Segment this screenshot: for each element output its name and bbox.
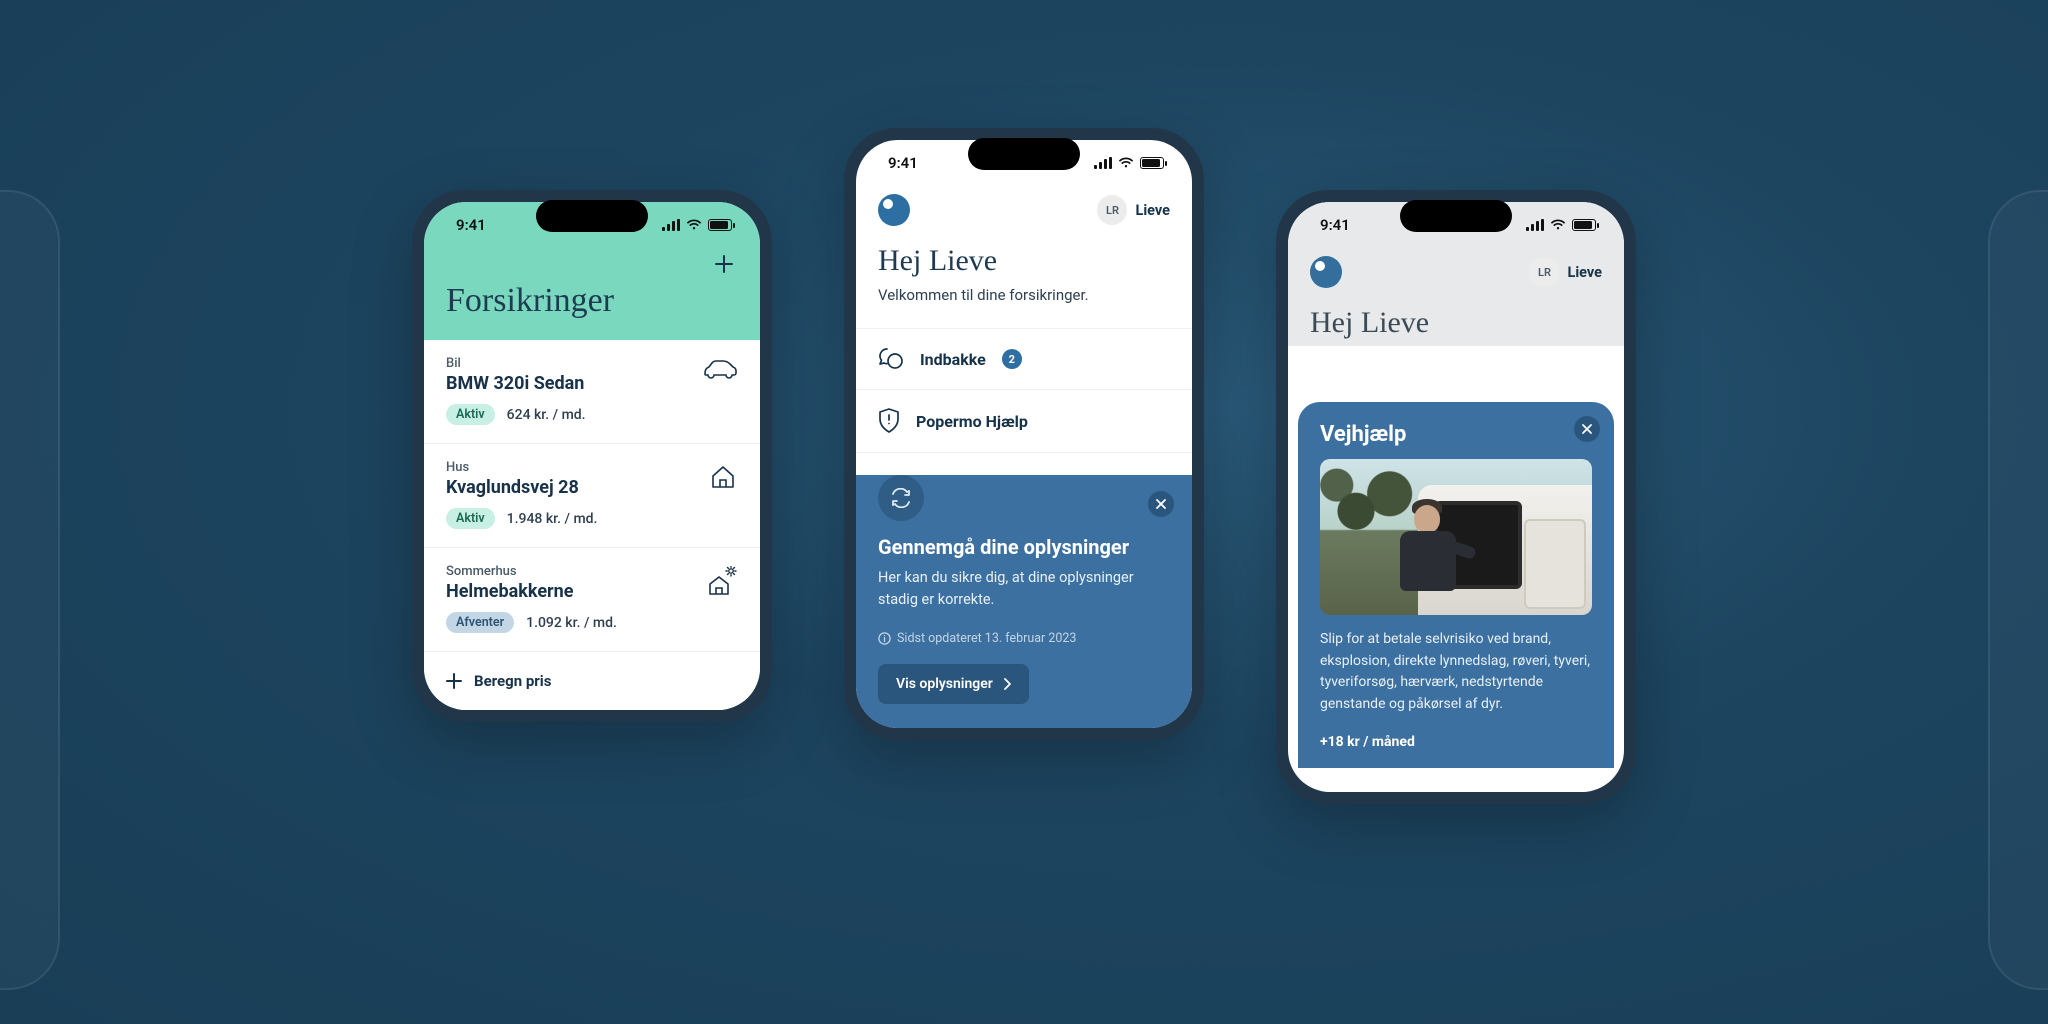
refresh-icon bbox=[878, 475, 924, 521]
user-menu[interactable]: LR Lieve bbox=[1529, 257, 1602, 287]
signal-icon bbox=[1094, 157, 1112, 169]
insurance-category: Bil bbox=[446, 356, 738, 371]
close-sheet-button[interactable] bbox=[1574, 416, 1600, 442]
battery-icon bbox=[708, 219, 732, 231]
insurance-item[interactable]: Sommerhus Helmebakkerne Afventer 1.092 k… bbox=[424, 548, 760, 652]
show-details-button[interactable]: Vis oplysninger bbox=[878, 664, 1029, 704]
insurance-category: Sommerhus bbox=[446, 564, 738, 579]
sheet-body: Slip for at betale selvrisiko ved brand,… bbox=[1320, 629, 1592, 716]
brand-logo[interactable] bbox=[878, 194, 910, 226]
shield-icon bbox=[878, 408, 900, 434]
status-time: 9:41 bbox=[888, 154, 918, 172]
bottom-sheet: Vejhjælp Slip for at betale selvrisiko v… bbox=[1298, 402, 1614, 768]
calculate-price-label: Beregn pris bbox=[474, 672, 551, 690]
signal-icon bbox=[1526, 219, 1544, 231]
house-icon bbox=[708, 462, 738, 492]
wifi-icon bbox=[1550, 219, 1566, 231]
info-icon bbox=[878, 632, 891, 645]
page-title: Forsikringer bbox=[424, 278, 760, 320]
inbox-row[interactable]: Indbakke 2 bbox=[856, 328, 1192, 389]
signal-icon bbox=[662, 219, 680, 231]
insurance-category: Hus bbox=[446, 460, 738, 475]
insurance-list: Bil BMW 320i Sedan Aktiv 624 kr. / md. H… bbox=[424, 340, 760, 710]
car-icon bbox=[702, 358, 738, 380]
insurance-name: Kvaglundsvej 28 bbox=[446, 477, 738, 498]
insurance-price: 1.948 kr. / md. bbox=[507, 511, 598, 527]
status-badge: Aktiv bbox=[446, 508, 495, 529]
card-body: Her kan du sikre dig, at dine oplysninge… bbox=[878, 567, 1170, 611]
user-name: Lieve bbox=[1135, 202, 1170, 219]
inbox-count: 2 bbox=[1002, 349, 1022, 369]
help-row[interactable]: Popermo Hjælp bbox=[856, 389, 1192, 453]
card-meta: Sidst opdateret 13. februar 2023 bbox=[897, 631, 1076, 646]
battery-icon bbox=[1572, 219, 1596, 231]
insurance-name: Helmebakkerne bbox=[446, 581, 738, 602]
chat-icon bbox=[878, 347, 904, 371]
review-card: Gennemgå dine oplysninger Her kan du sik… bbox=[856, 475, 1192, 728]
dynamic-island bbox=[968, 138, 1080, 170]
inbox-label: Indbakke bbox=[920, 350, 986, 369]
cta-label: Vis oplysninger bbox=[896, 676, 993, 692]
user-menu[interactable]: LR Lieve bbox=[1097, 195, 1170, 225]
avatar: LR bbox=[1529, 257, 1559, 287]
sheet-title: Vejhjælp bbox=[1320, 422, 1592, 447]
dynamic-island bbox=[536, 200, 648, 232]
dismiss-card-button[interactable] bbox=[1148, 491, 1174, 517]
sheet-price: +18 kr / måned bbox=[1320, 734, 1592, 750]
greeting-subtitle: Velkommen til dine forsikringer. bbox=[878, 286, 1170, 304]
card-title: Gennemgå dine oplysninger bbox=[878, 535, 1170, 559]
wifi-icon bbox=[1118, 157, 1134, 169]
status-time: 9:41 bbox=[1320, 216, 1350, 234]
wifi-icon bbox=[686, 219, 702, 231]
user-name: Lieve bbox=[1567, 264, 1602, 281]
dynamic-island bbox=[1400, 200, 1512, 232]
status-badge: Afventer bbox=[446, 612, 514, 633]
sheet-hero-image bbox=[1320, 459, 1592, 615]
insurance-price: 1.092 kr. / md. bbox=[526, 615, 617, 631]
avatar: LR bbox=[1097, 195, 1127, 225]
insurance-name: BMW 320i Sedan bbox=[446, 373, 738, 394]
add-insurance-button[interactable] bbox=[712, 252, 736, 276]
greeting-title: Hej Lieve bbox=[878, 244, 1170, 278]
status-badge: Aktiv bbox=[446, 404, 495, 425]
brand-logo[interactable] bbox=[1310, 256, 1342, 288]
insurance-item[interactable]: Hus Kvaglundsvej 28 Aktiv 1.948 kr. / md… bbox=[424, 444, 760, 548]
calculate-price-button[interactable]: Beregn pris bbox=[424, 652, 760, 710]
greeting-title: Hej Lieve bbox=[1310, 306, 1602, 340]
phone-home: 9:41 LR Lieve Hej Lieve Velkommen til di… bbox=[844, 128, 1204, 740]
battery-icon bbox=[1140, 157, 1164, 169]
phone-sheet: 9:41 LR Lieve Hej Lieve bbox=[1276, 190, 1636, 804]
help-label: Popermo Hjælp bbox=[916, 412, 1028, 431]
summerhouse-icon bbox=[706, 566, 738, 596]
phone-insurances: 9:41 Forsikringer Bil BMW bbox=[412, 190, 772, 722]
insurance-price: 624 kr. / md. bbox=[507, 407, 586, 423]
insurance-item[interactable]: Bil BMW 320i Sedan Aktiv 624 kr. / md. bbox=[424, 340, 760, 444]
status-time: 9:41 bbox=[456, 216, 486, 234]
